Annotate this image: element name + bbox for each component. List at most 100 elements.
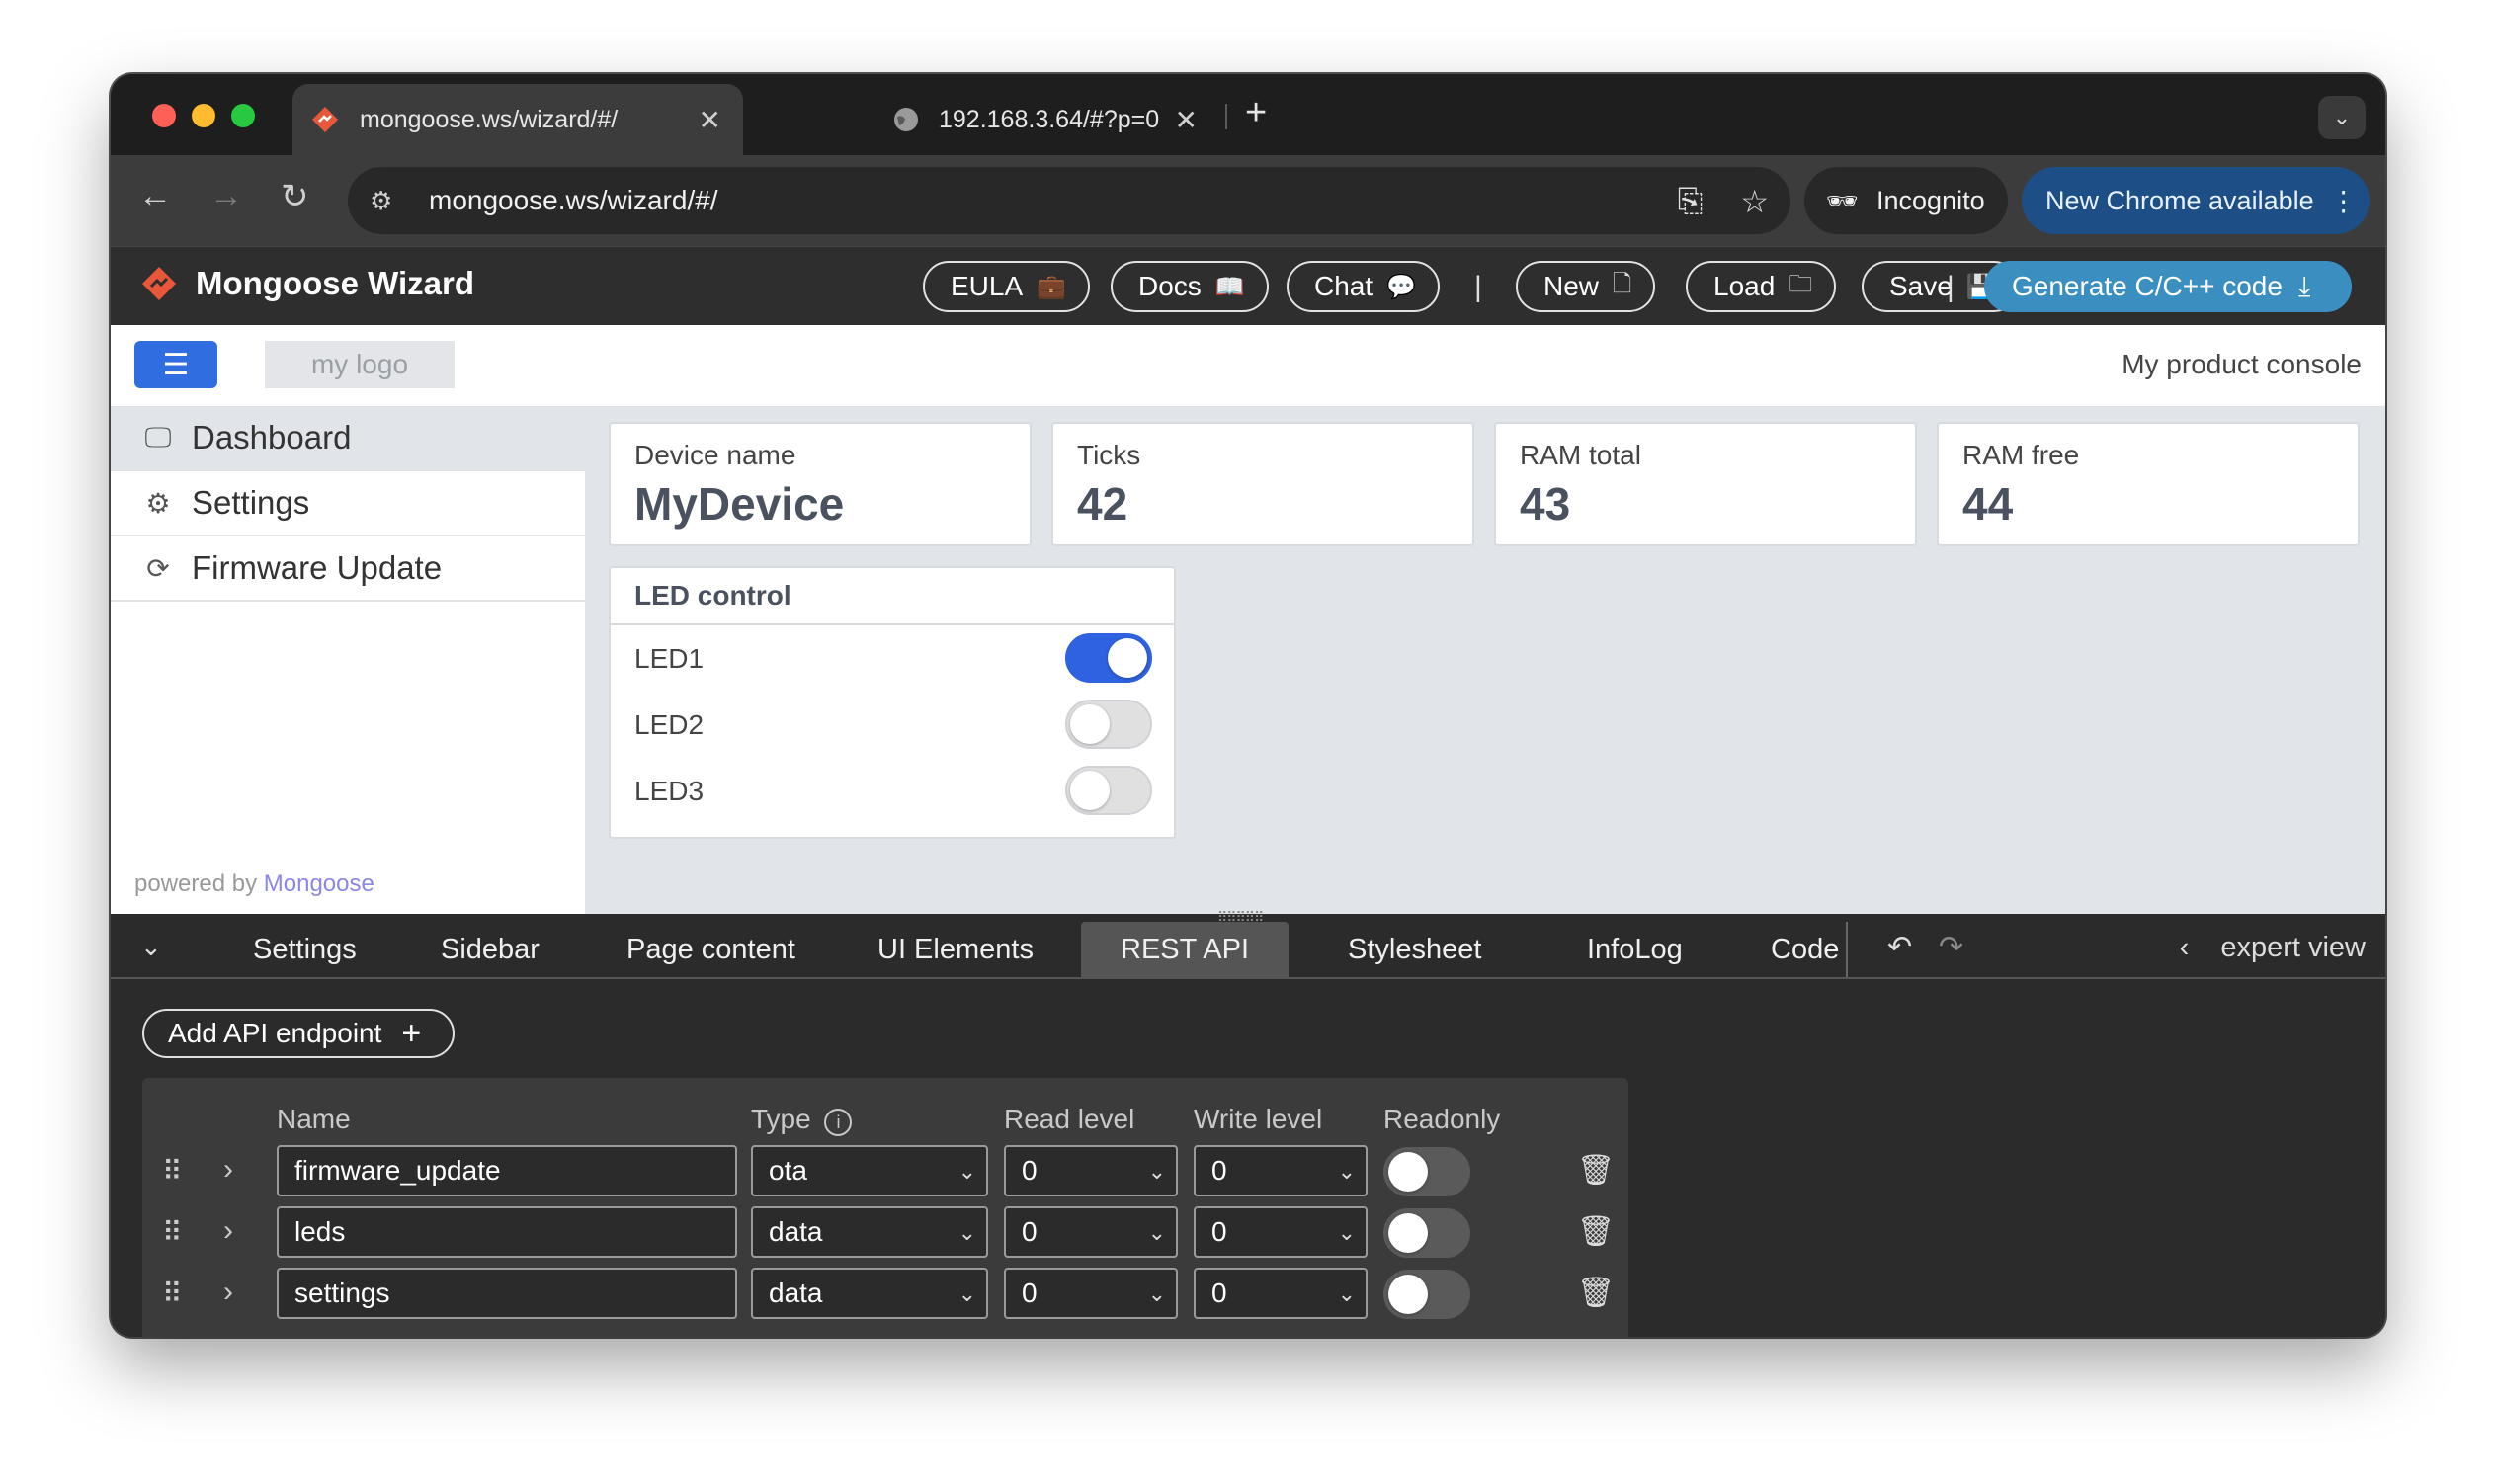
readonly-toggle[interactable] xyxy=(1383,1208,1470,1258)
read-level-select[interactable]: 0 ⌄ xyxy=(1004,1145,1178,1196)
drag-handle-icon[interactable]: ⠿ xyxy=(162,1278,185,1310)
docs-button[interactable]: Docs 📖 xyxy=(1111,261,1269,312)
chat-button[interactable]: Chat 💬 xyxy=(1287,261,1441,312)
incognito-indicator[interactable]: 🕶 Incognito xyxy=(1804,167,2008,234)
tab-settings[interactable]: Settings xyxy=(213,922,396,977)
info-icon[interactable]: i xyxy=(824,1109,853,1136)
browser-tab-device[interactable]: 192.168.3.64/#?p=0 ✕ xyxy=(763,84,1237,155)
sidebar-item-label: Firmware Update xyxy=(192,549,443,586)
bookmark-star-icon[interactable]: ☆ xyxy=(1740,183,1769,220)
led1-toggle[interactable] xyxy=(1065,633,1152,683)
powered-by: powered by Mongoose xyxy=(134,870,374,898)
endpoint-name-input[interactable]: leds xyxy=(277,1206,737,1258)
write-level-select[interactable]: 0 ⌄ xyxy=(1194,1145,1368,1196)
tab-search-button[interactable]: ⌄ xyxy=(2318,96,2366,139)
undo-icon[interactable]: ↶ xyxy=(1887,930,1912,964)
minimize-window-button[interactable] xyxy=(192,104,215,127)
new-tab-button[interactable]: + xyxy=(1245,92,1267,134)
endpoint-name-input[interactable]: settings xyxy=(277,1268,737,1319)
maximize-window-button[interactable] xyxy=(231,104,255,127)
led3-toggle[interactable] xyxy=(1065,766,1152,815)
read-level-select[interactable]: 0 ⌄ xyxy=(1004,1206,1178,1258)
trash-icon[interactable]: 🗑 xyxy=(1577,1153,1615,1188)
select-value: data xyxy=(769,1278,823,1308)
back-arrow-icon[interactable]: ← xyxy=(138,177,172,215)
reload-icon[interactable]: ↻ xyxy=(281,177,309,216)
panel-resize-handle[interactable]: ⠿⠿⠿⠿⠿ xyxy=(1217,910,1281,924)
endpoint-type-select[interactable]: data ⌄ xyxy=(751,1206,988,1258)
docs-label: Docs xyxy=(1138,271,1202,301)
endpoint-type-select[interactable]: ota ⌄ xyxy=(751,1145,988,1196)
close-tab-icon[interactable]: ✕ xyxy=(699,104,721,136)
trash-icon[interactable]: 🗑 xyxy=(1577,1276,1615,1310)
sidebar-item-settings[interactable]: ⚙ Settings xyxy=(111,471,585,536)
incognito-icon: 🕶 xyxy=(1826,185,1860,215)
tab-infolog[interactable]: InfoLog xyxy=(1547,922,1722,977)
install-app-icon[interactable]: ⎘ xyxy=(1678,183,1704,220)
chrome-update-button[interactable]: New Chrome available ⋮ xyxy=(2022,167,2370,234)
download-icon: ⤓ xyxy=(2297,270,2311,301)
stat-label: Ticks xyxy=(1077,440,1141,470)
column-header-write-level: Write level xyxy=(1194,1104,1323,1134)
tab-code[interactable]: Code xyxy=(1731,922,1878,977)
select-value: 0 xyxy=(1211,1216,1227,1247)
incognito-label: Incognito xyxy=(1876,185,1985,215)
eula-button[interactable]: EULA 💼 xyxy=(923,261,1091,312)
tab-rest-api[interactable]: REST API xyxy=(1081,922,1290,977)
read-level-select[interactable]: 0 ⌄ xyxy=(1004,1268,1178,1319)
url-text[interactable]: mongoose.ws/wizard/#/ xyxy=(429,185,718,216)
drag-handle-icon[interactable]: ⠿ xyxy=(162,1155,185,1188)
new-button[interactable]: New 🗋 xyxy=(1516,261,1656,312)
select-value: 0 xyxy=(1211,1278,1227,1308)
load-label: Load xyxy=(1713,271,1776,301)
table-row: ⠿ › settings data ⌄ 0 ⌄ 0 ⌄ 🗑 xyxy=(142,1268,1628,1319)
sidebar-item-dashboard[interactable]: 🖵 Dashboard xyxy=(111,406,585,471)
forward-arrow-icon[interactable]: → xyxy=(209,177,243,215)
tab-stylesheet[interactable]: Stylesheet xyxy=(1308,922,1521,977)
site-info-icon[interactable]: ⚙ xyxy=(370,186,409,216)
generate-code-button[interactable]: Generate C/C++ code ⤓ xyxy=(1984,261,2352,312)
column-header-type: Type i xyxy=(751,1104,853,1136)
tab-page-content[interactable]: Page content xyxy=(587,922,835,977)
redo-icon[interactable]: ↷ xyxy=(1939,930,1963,964)
write-level-select[interactable]: 0 ⌄ xyxy=(1194,1206,1368,1258)
chevron-right-icon[interactable]: › xyxy=(223,1214,233,1248)
sidebar-item-firmware-update[interactable]: ⟳ Firmware Update xyxy=(111,536,585,602)
chevron-right-icon[interactable]: › xyxy=(223,1276,233,1309)
globe-icon xyxy=(894,108,918,131)
tab-sidebar[interactable]: Sidebar xyxy=(401,922,579,977)
folder-icon: 🗀 xyxy=(1789,270,1813,297)
brand: Mongoose Wizard xyxy=(140,265,474,302)
close-tab-icon[interactable]: ✕ xyxy=(1175,104,1198,136)
mongoose-favicon-icon xyxy=(312,107,338,132)
add-api-endpoint-button[interactable]: Add API endpoint + xyxy=(142,1009,455,1058)
address-bar[interactable]: ⚙ mongoose.ws/wizard/#/ ⎘ ☆ xyxy=(348,167,1790,234)
led-control-card: LED control LED1 LED2 LED3 xyxy=(609,566,1176,839)
hamburger-menu-icon[interactable]: ☰ xyxy=(134,341,217,388)
close-window-button[interactable] xyxy=(152,104,176,127)
tab-ui-elements[interactable]: UI Elements xyxy=(838,922,1073,977)
drag-handle-icon[interactable]: ⠿ xyxy=(162,1216,185,1249)
mongoose-link[interactable]: Mongoose xyxy=(264,870,374,897)
endpoint-type-select[interactable]: data ⌄ xyxy=(751,1268,988,1319)
select-value: 0 xyxy=(1022,1278,1038,1308)
readonly-toggle[interactable] xyxy=(1383,1270,1470,1319)
more-menu-icon[interactable]: ⋮ xyxy=(2330,185,2358,217)
chevron-right-icon[interactable]: › xyxy=(223,1153,233,1187)
generate-label: Generate C/C++ code xyxy=(2012,271,2283,301)
preview-topbar: ☰ my logo My product console xyxy=(111,325,2385,406)
chevron-down-icon: ⌄ xyxy=(957,1159,976,1184)
chevron-down-icon[interactable]: ⌄ xyxy=(140,932,162,962)
led2-toggle[interactable] xyxy=(1065,700,1152,749)
write-level-select[interactable]: 0 ⌄ xyxy=(1194,1268,1368,1319)
browser-tab-wizard[interactable]: mongoose.ws/wizard/#/ ✕ xyxy=(292,84,743,155)
table-row: ⠿ › firmware_update ota ⌄ 0 ⌄ 0 ⌄ 🗑 xyxy=(142,1145,1628,1196)
chevron-left-icon: ‹ xyxy=(2179,932,2190,963)
rest-api-panel: Add API endpoint + Name Type i Read leve… xyxy=(111,979,2385,1337)
endpoint-name-input[interactable]: firmware_update xyxy=(277,1145,737,1196)
readonly-toggle[interactable] xyxy=(1383,1147,1470,1196)
trash-icon[interactable]: 🗑 xyxy=(1577,1214,1615,1249)
load-button[interactable]: Load 🗀 xyxy=(1686,261,1837,312)
expert-view-toggle[interactable]: ‹ expert view xyxy=(2180,932,2366,964)
chevron-down-icon: ⌄ xyxy=(1337,1281,1356,1306)
